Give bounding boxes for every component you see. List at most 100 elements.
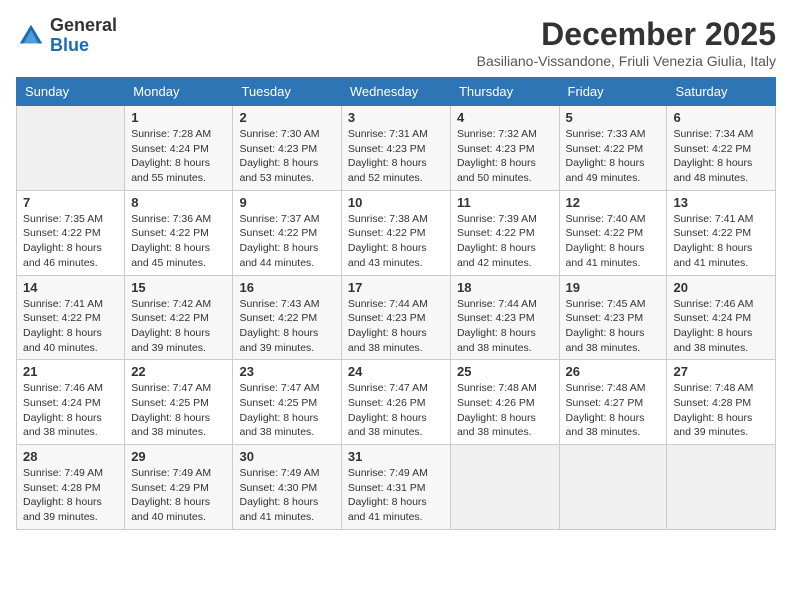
day-info: Sunrise: 7:48 AM Sunset: 4:28 PM Dayligh…: [673, 381, 769, 440]
day-number: 5: [566, 110, 661, 125]
day-number: 3: [348, 110, 444, 125]
calendar-cell: 20 Sunrise: 7:46 AM Sunset: 4:24 PM Dayli…: [667, 275, 776, 360]
day-info: Sunrise: 7:47 AM Sunset: 4:26 PM Dayligh…: [348, 381, 444, 440]
day-number: 20: [673, 280, 769, 295]
day-number: 13: [673, 195, 769, 210]
day-number: 28: [23, 449, 118, 464]
day-number: 2: [239, 110, 334, 125]
calendar-cell: 17 Sunrise: 7:44 AM Sunset: 4:23 PM Dayli…: [341, 275, 450, 360]
calendar-cell: 16 Sunrise: 7:43 AM Sunset: 4:22 PM Dayli…: [233, 275, 341, 360]
calendar-cell: 15 Sunrise: 7:42 AM Sunset: 4:22 PM Dayli…: [125, 275, 233, 360]
calendar-table: SundayMondayTuesdayWednesdayThursdayFrid…: [16, 77, 776, 530]
day-info: Sunrise: 7:44 AM Sunset: 4:23 PM Dayligh…: [457, 297, 553, 356]
calendar-week-row: 14Sunrise: 7:41 AM Sunset: 4:22 PM Dayli…: [17, 275, 776, 360]
calendar-week-row: 7Sunrise: 7:35 AM Sunset: 4:22 PM Daylig…: [17, 190, 776, 275]
logo-blue: Blue: [50, 35, 89, 55]
calendar-cell: 1 Sunrise: 7:28 AM Sunset: 4:24 PM Daylig…: [125, 106, 233, 191]
day-info: Sunrise: 7:45 AM Sunset: 4:23 PM Dayligh…: [566, 297, 661, 356]
day-number: 9: [239, 195, 334, 210]
day-number: 11: [457, 195, 553, 210]
day-number: 1: [131, 110, 226, 125]
calendar-cell: 24Sunrise: 7:47 AM Sunset: 4:26 PM Dayli…: [341, 360, 450, 445]
page-header: General Blue December 2025 Basiliano-Vis…: [16, 16, 776, 69]
calendar-cell: [17, 106, 125, 191]
month-title: December 2025: [477, 16, 776, 53]
location-title: Basiliano-Vissandone, Friuli Venezia Giu…: [477, 53, 776, 69]
day-number: 8: [131, 195, 226, 210]
day-info: Sunrise: 7:48 AM Sunset: 4:26 PM Dayligh…: [457, 381, 553, 440]
logo: General Blue: [16, 16, 117, 56]
weekday-header: Tuesday: [233, 78, 341, 106]
calendar-cell: 25 Sunrise: 7:48 AM Sunset: 4:26 PM Dayli…: [450, 360, 559, 445]
day-info: Sunrise: 7:49 AM Sunset: 4:28 PM Dayligh…: [23, 466, 118, 525]
weekday-header: Sunday: [17, 78, 125, 106]
weekday-header: Saturday: [667, 78, 776, 106]
day-info: Sunrise: 7:47 AM Sunset: 4:25 PM Dayligh…: [131, 381, 226, 440]
day-number: 4: [457, 110, 553, 125]
day-info: Sunrise: 7:38 AM Sunset: 4:22 PM Dayligh…: [348, 212, 444, 271]
calendar-cell: 28 Sunrise: 7:49 AM Sunset: 4:28 PM Dayli…: [17, 445, 125, 530]
calendar-cell: 30 Sunrise: 7:49 AM Sunset: 4:30 PM Dayli…: [233, 445, 341, 530]
day-info: Sunrise: 7:31 AM Sunset: 4:23 PM Dayligh…: [348, 127, 444, 186]
calendar-cell: 6Sunrise: 7:34 AM Sunset: 4:22 PM Daylig…: [667, 106, 776, 191]
day-info: Sunrise: 7:30 AM Sunset: 4:23 PM Dayligh…: [239, 127, 334, 186]
calendar-cell: [667, 445, 776, 530]
calendar-cell: 19Sunrise: 7:45 AM Sunset: 4:23 PM Dayli…: [559, 275, 667, 360]
day-number: 25: [457, 364, 553, 379]
day-number: 15: [131, 280, 226, 295]
day-info: Sunrise: 7:43 AM Sunset: 4:22 PM Dayligh…: [239, 297, 334, 356]
title-section: December 2025 Basiliano-Vissandone, Friu…: [477, 16, 776, 69]
calendar-cell: 10 Sunrise: 7:38 AM Sunset: 4:22 PM Dayli…: [341, 190, 450, 275]
calendar-cell: 3 Sunrise: 7:31 AM Sunset: 4:23 PM Daylig…: [341, 106, 450, 191]
calendar-cell: 26Sunrise: 7:48 AM Sunset: 4:27 PM Dayli…: [559, 360, 667, 445]
calendar-cell: [450, 445, 559, 530]
day-info: Sunrise: 7:49 AM Sunset: 4:31 PM Dayligh…: [348, 466, 444, 525]
day-info: Sunrise: 7:48 AM Sunset: 4:27 PM Dayligh…: [566, 381, 661, 440]
calendar-cell: 13 Sunrise: 7:41 AM Sunset: 4:22 PM Dayli…: [667, 190, 776, 275]
day-info: Sunrise: 7:41 AM Sunset: 4:22 PM Dayligh…: [673, 212, 769, 271]
weekday-header: Thursday: [450, 78, 559, 106]
day-number: 12: [566, 195, 661, 210]
calendar-cell: 29 Sunrise: 7:49 AM Sunset: 4:29 PM Dayli…: [125, 445, 233, 530]
calendar-cell: 12 Sunrise: 7:40 AM Sunset: 4:22 PM Dayli…: [559, 190, 667, 275]
calendar-cell: 31 Sunrise: 7:49 AM Sunset: 4:31 PM Dayli…: [341, 445, 450, 530]
day-number: 23: [239, 364, 334, 379]
day-info: Sunrise: 7:41 AM Sunset: 4:22 PM Dayligh…: [23, 297, 118, 356]
calendar-cell: 11 Sunrise: 7:39 AM Sunset: 4:22 PM Dayli…: [450, 190, 559, 275]
day-info: Sunrise: 7:39 AM Sunset: 4:22 PM Dayligh…: [457, 212, 553, 271]
calendar-cell: 8Sunrise: 7:36 AM Sunset: 4:22 PM Daylig…: [125, 190, 233, 275]
day-info: Sunrise: 7:49 AM Sunset: 4:29 PM Dayligh…: [131, 466, 226, 525]
day-info: Sunrise: 7:46 AM Sunset: 4:24 PM Dayligh…: [673, 297, 769, 356]
day-info: Sunrise: 7:42 AM Sunset: 4:22 PM Dayligh…: [131, 297, 226, 356]
calendar-cell: 2 Sunrise: 7:30 AM Sunset: 4:23 PM Daylig…: [233, 106, 341, 191]
day-number: 17: [348, 280, 444, 295]
logo-icon: [16, 21, 46, 51]
day-number: 27: [673, 364, 769, 379]
calendar-cell: 5 Sunrise: 7:33 AM Sunset: 4:22 PM Daylig…: [559, 106, 667, 191]
weekday-header: Wednesday: [341, 78, 450, 106]
day-info: Sunrise: 7:33 AM Sunset: 4:22 PM Dayligh…: [566, 127, 661, 186]
day-number: 10: [348, 195, 444, 210]
day-info: Sunrise: 7:34 AM Sunset: 4:22 PM Dayligh…: [673, 127, 769, 186]
day-info: Sunrise: 7:32 AM Sunset: 4:23 PM Dayligh…: [457, 127, 553, 186]
day-info: Sunrise: 7:49 AM Sunset: 4:30 PM Dayligh…: [239, 466, 334, 525]
calendar-cell: 9 Sunrise: 7:37 AM Sunset: 4:22 PM Daylig…: [233, 190, 341, 275]
weekday-header: Monday: [125, 78, 233, 106]
calendar-week-row: 1 Sunrise: 7:28 AM Sunset: 4:24 PM Daylig…: [17, 106, 776, 191]
calendar-cell: 7Sunrise: 7:35 AM Sunset: 4:22 PM Daylig…: [17, 190, 125, 275]
calendar-week-row: 28 Sunrise: 7:49 AM Sunset: 4:28 PM Dayli…: [17, 445, 776, 530]
day-info: Sunrise: 7:44 AM Sunset: 4:23 PM Dayligh…: [348, 297, 444, 356]
day-number: 21: [23, 364, 118, 379]
day-info: Sunrise: 7:37 AM Sunset: 4:22 PM Dayligh…: [239, 212, 334, 271]
day-number: 29: [131, 449, 226, 464]
logo-text: General Blue: [50, 16, 117, 56]
calendar-cell: [559, 445, 667, 530]
day-info: Sunrise: 7:47 AM Sunset: 4:25 PM Dayligh…: [239, 381, 334, 440]
day-number: 16: [239, 280, 334, 295]
calendar-cell: 23 Sunrise: 7:47 AM Sunset: 4:25 PM Dayli…: [233, 360, 341, 445]
day-number: 31: [348, 449, 444, 464]
day-number: 30: [239, 449, 334, 464]
day-info: Sunrise: 7:40 AM Sunset: 4:22 PM Dayligh…: [566, 212, 661, 271]
calendar-week-row: 21Sunrise: 7:46 AM Sunset: 4:24 PM Dayli…: [17, 360, 776, 445]
day-info: Sunrise: 7:28 AM Sunset: 4:24 PM Dayligh…: [131, 127, 226, 186]
